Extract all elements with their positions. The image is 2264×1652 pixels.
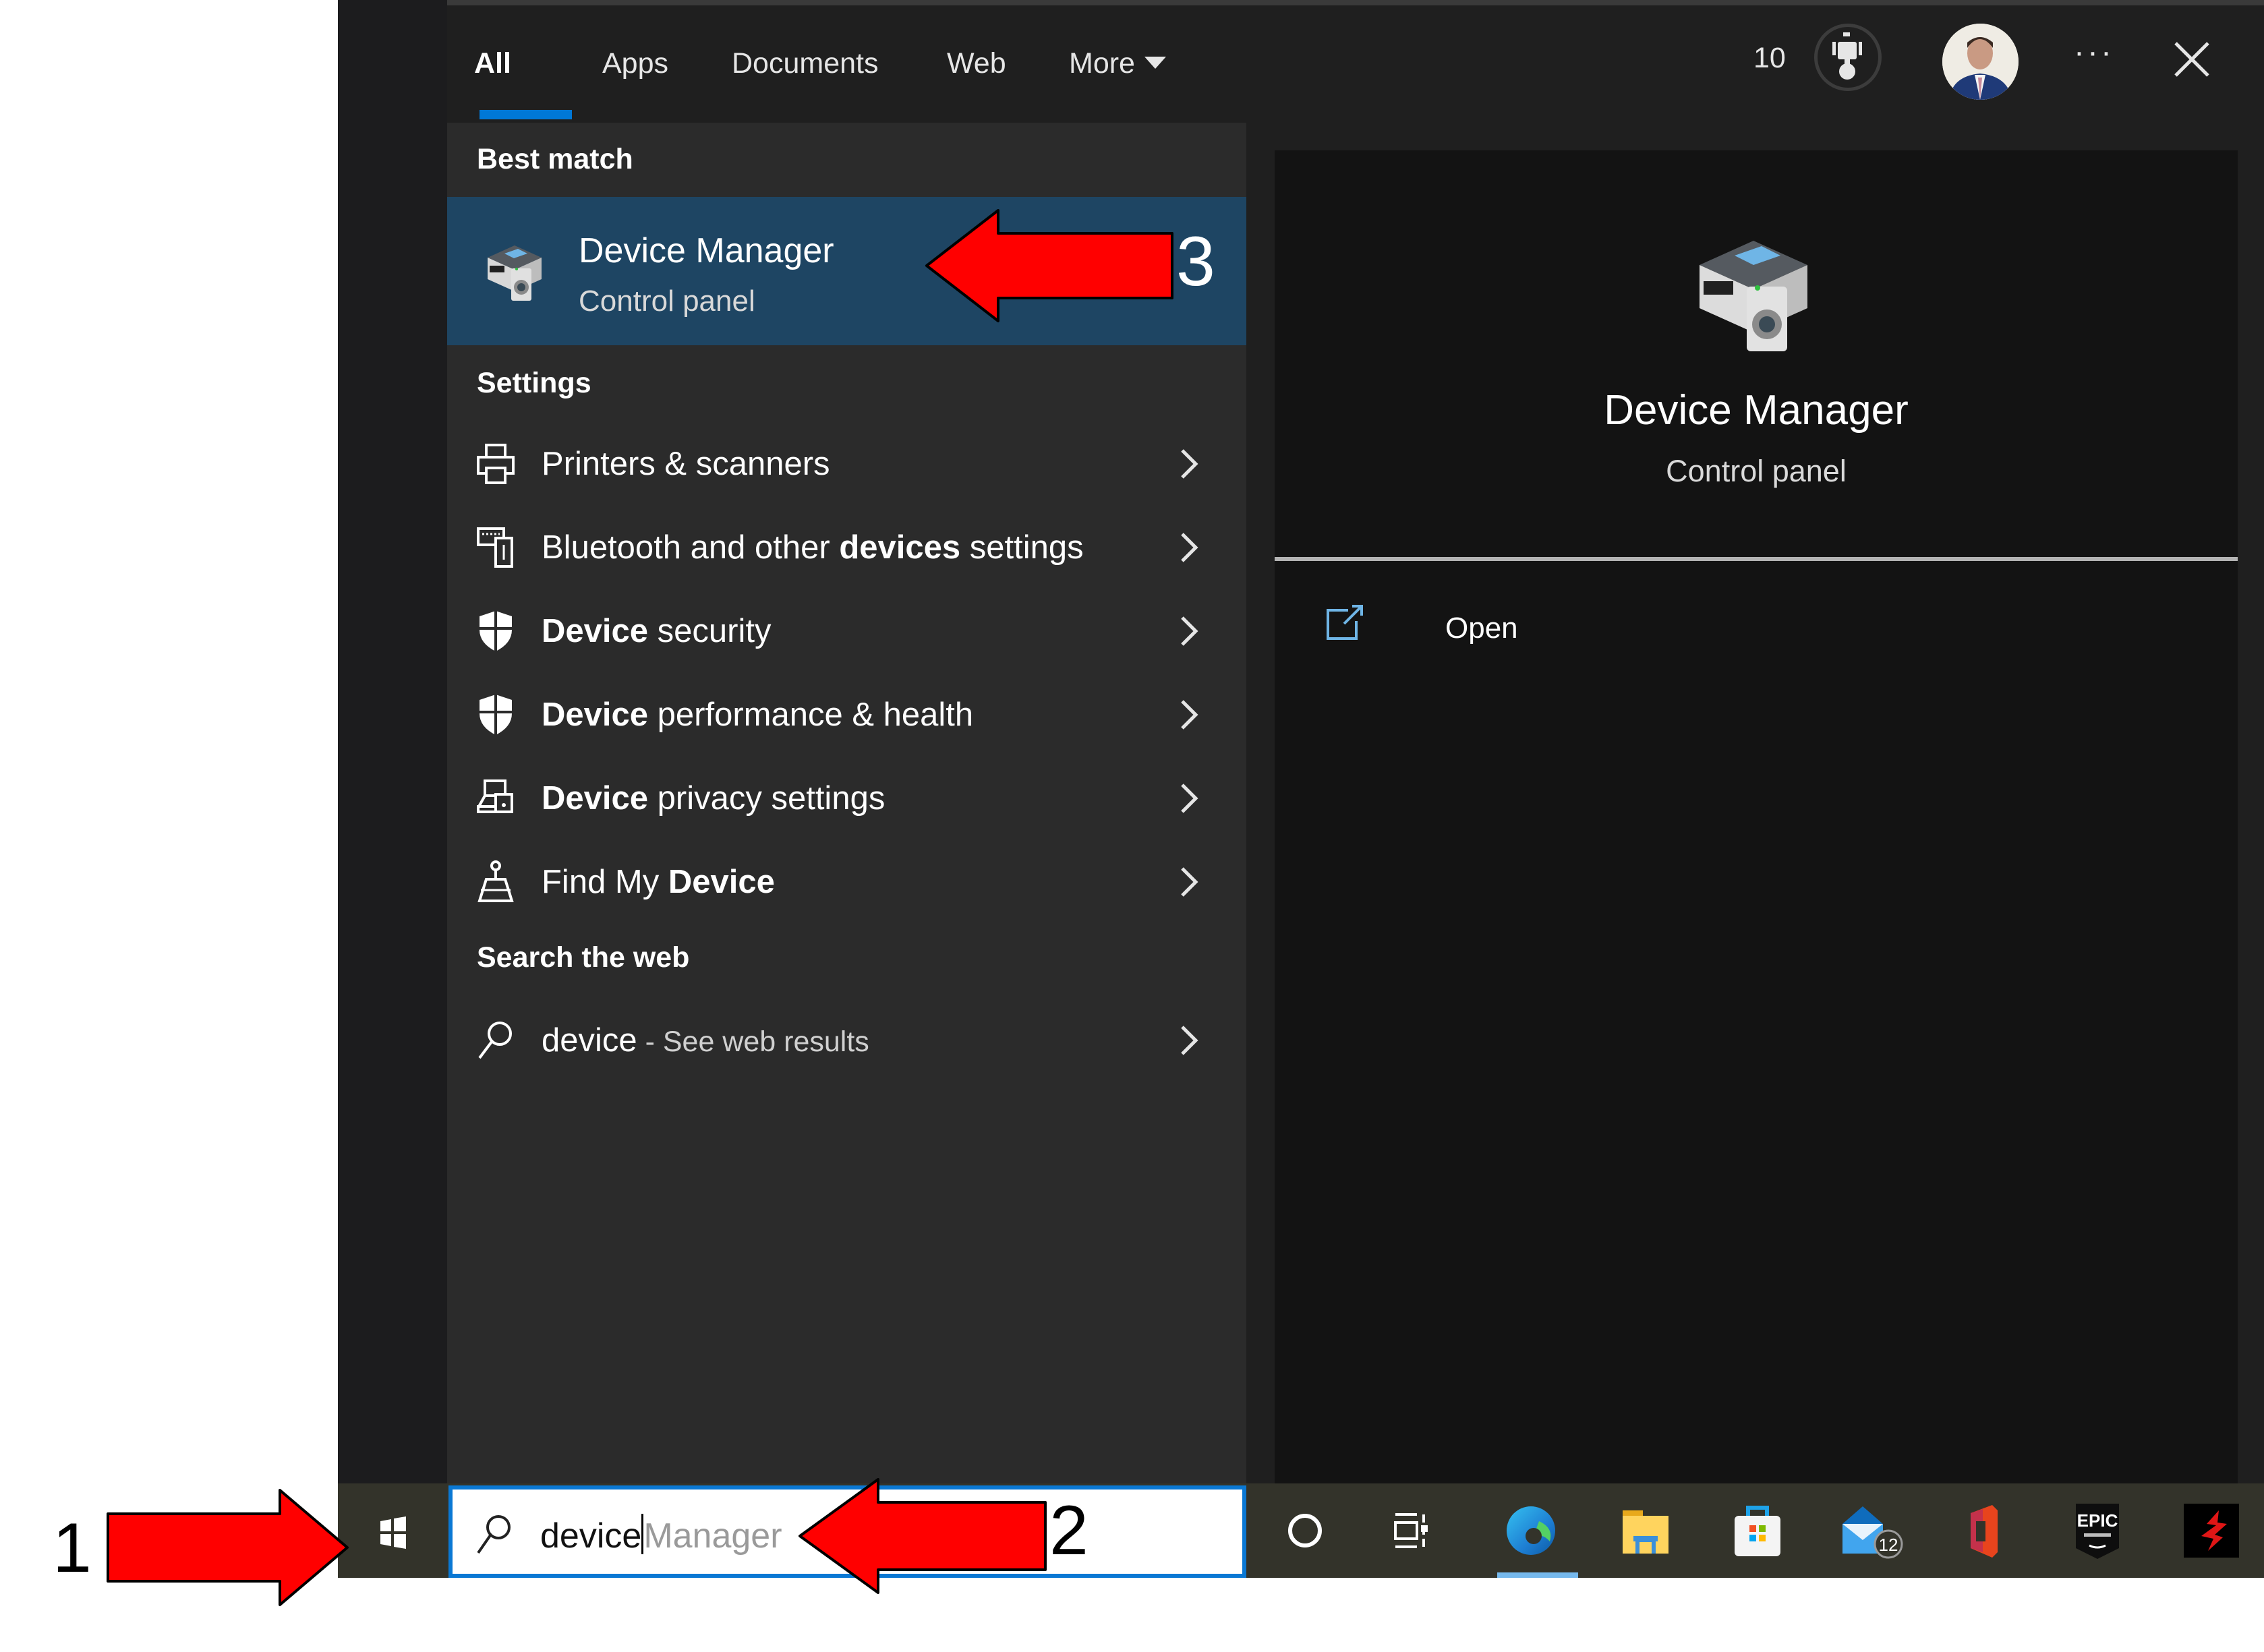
printer-icon bbox=[477, 444, 515, 484]
active-tab-indicator bbox=[480, 110, 572, 119]
search-autocomplete: Manager bbox=[643, 1516, 782, 1556]
settings-item-label: Device security bbox=[542, 613, 772, 649]
window-behind-edge bbox=[447, 0, 2264, 5]
chevron-right-icon bbox=[1181, 616, 1198, 646]
shield-icon bbox=[480, 611, 512, 651]
tab-documents[interactable]: Documents bbox=[732, 47, 878, 80]
best-match-title: Device Manager bbox=[579, 231, 834, 270]
device-manager-icon bbox=[1700, 241, 1807, 351]
settings-item-find-my-device[interactable]: Find My Device bbox=[447, 844, 1246, 918]
preview-divider bbox=[1275, 557, 2238, 561]
tab-apps[interactable]: Apps bbox=[602, 47, 668, 80]
annotation-number-1: 1 bbox=[53, 1509, 92, 1587]
chevron-right-icon bbox=[1181, 784, 1198, 813]
annotation-arrow-1 bbox=[107, 1489, 349, 1606]
annotation-arrow-3 bbox=[925, 209, 1173, 322]
search-web-heading: Search the web bbox=[477, 941, 690, 974]
tab-all[interactable]: All bbox=[474, 47, 511, 80]
search-input-value[interactable]: deviceManager bbox=[540, 1514, 782, 1556]
active-app-indicator bbox=[1497, 1572, 1578, 1578]
rewards-points: 10 bbox=[1753, 42, 1786, 74]
settings-item-label: Find My Device bbox=[542, 864, 775, 900]
mail-icon[interactable]: 12 bbox=[1840, 1501, 1907, 1560]
user-avatar[interactable] bbox=[1942, 24, 2019, 100]
tab-web[interactable]: Web bbox=[947, 47, 1006, 80]
microsoft-store-icon[interactable] bbox=[1731, 1501, 1784, 1560]
caret-down-icon bbox=[1144, 56, 1166, 69]
mail-badge-count: 12 bbox=[1879, 1535, 1898, 1555]
chevron-right-icon bbox=[1181, 867, 1198, 897]
best-match-subtitle: Control panel bbox=[579, 285, 755, 318]
annotation-arrow-2 bbox=[799, 1478, 1047, 1594]
settings-item-device-security[interactable]: Device security bbox=[447, 593, 1246, 668]
close-icon bbox=[2174, 42, 2209, 77]
witcher-icon[interactable] bbox=[2182, 1501, 2240, 1560]
settings-item-label: Device privacy settings bbox=[542, 780, 886, 817]
cortana-icon[interactable] bbox=[1278, 1501, 1332, 1560]
preview-subtitle: Control panel bbox=[1666, 454, 1847, 488]
chevron-right-icon bbox=[1181, 1026, 1198, 1055]
web-search-result[interactable]: device - See web results bbox=[447, 1003, 1246, 1077]
desktop-background bbox=[338, 0, 447, 1483]
results-list: Best match Device Manager Control panel … bbox=[447, 123, 1246, 1483]
open-label: Open bbox=[1445, 612, 1518, 645]
settings-item-bluetooth-devices[interactable]: Bluetooth and other devices settings bbox=[447, 510, 1246, 584]
settings-item-label: Bluetooth and other devices settings bbox=[542, 529, 1084, 566]
close-button[interactable] bbox=[2172, 39, 2212, 80]
start-button[interactable] bbox=[364, 1504, 422, 1562]
trophy-icon bbox=[1832, 32, 1862, 80]
settings-item-label: Printers & scanners bbox=[542, 446, 830, 482]
device-privacy-icon bbox=[477, 779, 513, 813]
annotation-number-2: 2 bbox=[1049, 1492, 1089, 1570]
rewards-button[interactable] bbox=[1814, 24, 1882, 91]
more-options-button[interactable]: ··· bbox=[2074, 34, 2114, 71]
epic-logo-text: EPIC bbox=[2077, 1510, 2118, 1531]
device-manager-icon bbox=[488, 245, 542, 301]
epic-games-icon[interactable]: EPIC bbox=[2070, 1501, 2124, 1560]
tab-more-label: More bbox=[1069, 47, 1135, 80]
task-view-icon[interactable] bbox=[1386, 1501, 1440, 1560]
chevron-right-icon bbox=[1181, 533, 1198, 562]
settings-item-printers-scanners[interactable]: Printers & scanners bbox=[447, 426, 1246, 500]
web-search-label: device - See web results bbox=[542, 1022, 869, 1059]
office-icon[interactable] bbox=[1956, 1501, 2010, 1560]
open-external-icon bbox=[1327, 605, 1363, 640]
chevron-right-icon bbox=[1181, 449, 1198, 479]
settings-item-device-privacy[interactable]: Device privacy settings bbox=[447, 761, 1246, 835]
bluetooth-devices-icon bbox=[477, 527, 513, 568]
settings-item-device-performance[interactable]: Device performance & health bbox=[447, 677, 1246, 751]
search-icon bbox=[478, 1022, 512, 1059]
annotation-number-3: 3 bbox=[1176, 223, 1215, 301]
search-icon bbox=[477, 1515, 511, 1554]
tab-more[interactable]: More bbox=[1069, 47, 1166, 80]
file-explorer-icon[interactable] bbox=[1619, 1501, 1673, 1560]
chevron-right-icon bbox=[1181, 700, 1198, 730]
settings-heading: Settings bbox=[477, 367, 591, 399]
settings-item-label: Device performance & health bbox=[542, 697, 974, 733]
windows-logo-icon bbox=[380, 1516, 406, 1549]
profile-photo bbox=[1942, 24, 2019, 100]
edge-icon[interactable] bbox=[1504, 1501, 1558, 1560]
preview-pane: Device Manager Control panel Open bbox=[1275, 150, 2238, 1483]
best-match-heading: Best match bbox=[477, 143, 633, 175]
preview-title: Device Manager bbox=[1604, 387, 1909, 434]
find-device-icon bbox=[477, 860, 514, 902]
shield-icon bbox=[480, 695, 512, 735]
